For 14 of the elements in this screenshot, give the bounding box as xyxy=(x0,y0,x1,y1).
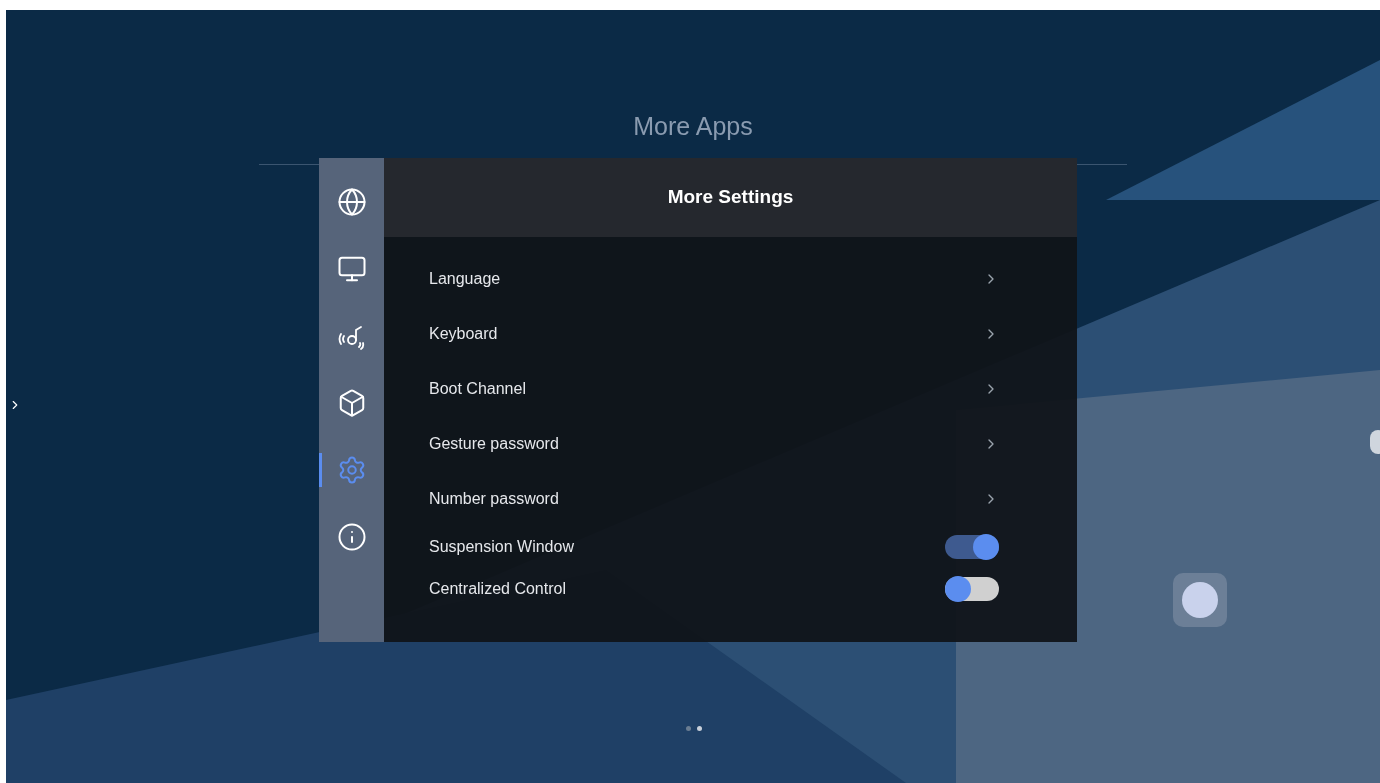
setting-label: Keyboard xyxy=(429,323,498,344)
globe-icon[interactable] xyxy=(336,186,367,217)
info-icon[interactable] xyxy=(336,521,367,552)
toggle-switch[interactable] xyxy=(945,535,999,559)
setting-label: Suspension Window xyxy=(429,537,574,557)
setting-label: Number password xyxy=(429,488,559,509)
setting-label: Centralized Control xyxy=(429,579,566,599)
setting-label: Gesture password xyxy=(429,433,559,454)
selection-indicator xyxy=(319,452,322,487)
setting-label: Language xyxy=(429,268,501,289)
toggle-switch[interactable] xyxy=(945,577,999,601)
dialog-title: More Settings xyxy=(667,185,794,210)
setting-label: Boot Channel xyxy=(429,378,526,399)
screen-title: More Apps xyxy=(633,111,753,142)
